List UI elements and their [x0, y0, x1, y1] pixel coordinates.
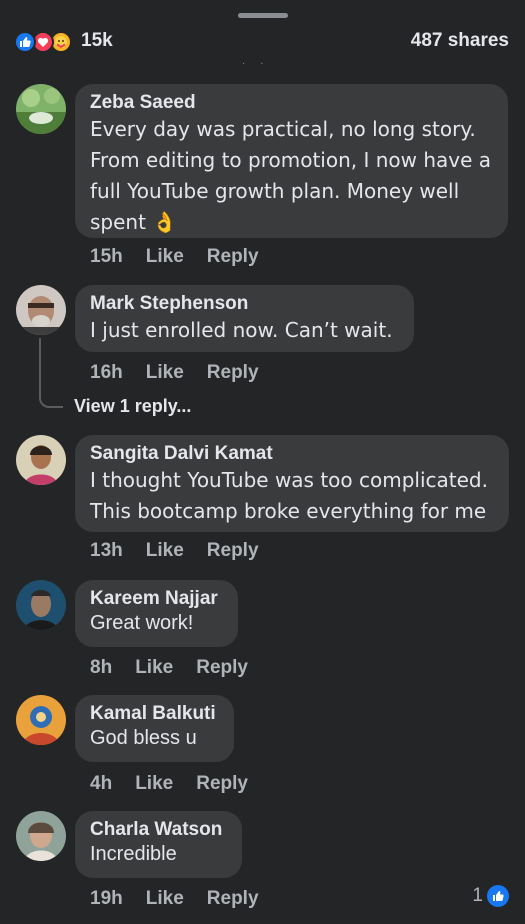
more-dots-icon: · · — [242, 58, 270, 69]
like-button[interactable]: Like — [146, 540, 184, 561]
comment-author[interactable]: Charla Watson — [90, 819, 228, 841]
avatar[interactable] — [16, 285, 66, 335]
reply-thread-line — [39, 338, 63, 408]
comment-author[interactable]: Kareem Najjar — [90, 588, 224, 610]
like-icon — [487, 885, 509, 907]
like-reaction-icon — [14, 31, 36, 53]
like-button[interactable]: Like — [135, 657, 173, 678]
comment-time[interactable]: 15h — [90, 246, 123, 267]
post-summary: 15k 487 shares — [0, 28, 525, 56]
comment-bubble: Zeba Saeed Every day was practical, no l… — [75, 84, 508, 238]
comment-time[interactable]: 19h — [90, 888, 123, 909]
comment-bubble: Sangita Dalvi Kamat I thought YouTube wa… — [75, 435, 509, 532]
avatar[interactable] — [16, 435, 66, 485]
comment-author[interactable]: Mark Stephenson — [90, 293, 400, 315]
view-replies-link[interactable]: View 1 reply... — [74, 396, 191, 417]
comment-actions: 4h Like Reply — [90, 773, 271, 795]
comment-time[interactable]: 13h — [90, 540, 123, 561]
comment-like-count[interactable]: 1 — [472, 885, 509, 907]
reply-button[interactable]: Reply — [196, 773, 248, 794]
reply-button[interactable]: Reply — [196, 657, 248, 678]
comment-time[interactable]: 4h — [90, 773, 112, 794]
avatar[interactable] — [16, 811, 66, 861]
comment-time[interactable]: 16h — [90, 362, 123, 383]
comment-text: Incredible — [90, 843, 177, 865]
like-button[interactable]: Like — [135, 773, 173, 794]
avatar[interactable] — [16, 580, 66, 630]
like-button[interactable]: Like — [146, 362, 184, 383]
comment-text: I thought YouTube was too complicated. T… — [90, 468, 488, 523]
like-button[interactable]: Like — [146, 246, 184, 267]
like-count-number: 1 — [472, 885, 483, 906]
reply-button[interactable]: Reply — [207, 246, 259, 267]
comment-text: I just enrolled now. Can’t wait. — [90, 318, 393, 342]
comment-bubble: Charla Watson Incredible — [75, 811, 242, 878]
comment-author[interactable]: Kamal Balkuti — [90, 703, 220, 725]
comment-actions: 19h Like Reply — [90, 888, 282, 910]
reaction-count[interactable]: 15k — [81, 30, 113, 52]
comment-actions: 8h Like Reply — [90, 657, 271, 679]
reply-button[interactable]: Reply — [207, 888, 259, 909]
comment-bubble: Kamal Balkuti God bless u — [75, 695, 234, 762]
reply-button[interactable]: Reply — [207, 540, 259, 561]
shares-count[interactable]: 487 shares — [411, 30, 509, 52]
comment-text: Great work! — [90, 612, 194, 634]
comment-actions: 16h Like Reply — [90, 362, 282, 384]
reply-button[interactable]: Reply — [207, 362, 259, 383]
comment-time[interactable]: 8h — [90, 657, 112, 678]
comment-actions: 13h Like Reply — [90, 540, 282, 562]
avatar[interactable] — [16, 84, 66, 134]
comment-bubble: Mark Stephenson I just enrolled now. Can… — [75, 285, 414, 352]
comment-author[interactable]: Zeba Saeed — [90, 92, 494, 114]
comment-actions: 15h Like Reply — [90, 246, 282, 268]
avatar[interactable] — [16, 695, 66, 745]
comment-author[interactable]: Sangita Dalvi Kamat — [90, 443, 495, 465]
comment-text: God bless u — [90, 727, 197, 749]
comment-text: Every day was practical, no long story. … — [90, 117, 492, 234]
like-button[interactable]: Like — [146, 888, 184, 909]
drag-handle[interactable] — [238, 13, 288, 18]
comment-bubble: Kareem Najjar Great work! — [75, 580, 238, 647]
